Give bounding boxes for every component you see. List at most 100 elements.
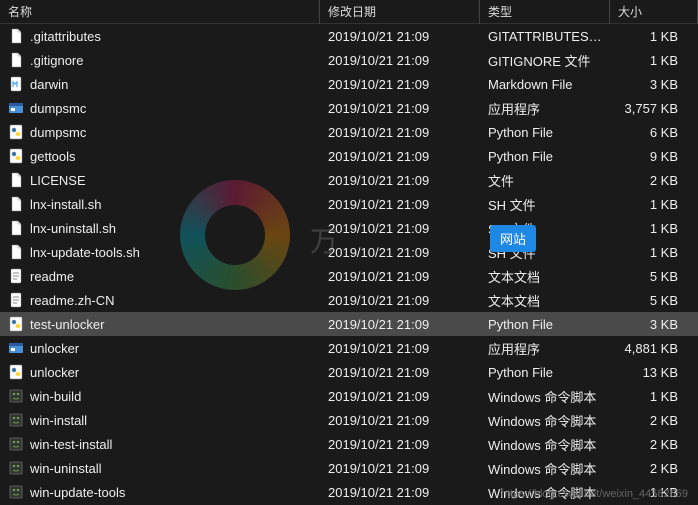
watermark-badge: 网站 (490, 225, 536, 252)
file-size: 13 KB (610, 362, 698, 383)
file-type: Python File (480, 122, 610, 143)
file-date: 2019/10/21 21:09 (320, 362, 480, 383)
file-date: 2019/10/21 21:09 (320, 410, 480, 431)
file-name: readme.zh-CN (30, 293, 115, 308)
python-icon (8, 364, 24, 380)
file-date: 2019/10/21 21:09 (320, 122, 480, 143)
file-row[interactable]: LICENSE 2019/10/21 21:09 文件 2 KB (0, 168, 698, 192)
file-size: 6 KB (610, 122, 698, 143)
file-row[interactable]: lnx-install.sh 2019/10/21 21:09 SH 文件 1 … (0, 192, 698, 216)
batch-icon (8, 412, 24, 428)
file-size: 1 KB (610, 194, 698, 215)
file-size: 2 KB (610, 410, 698, 431)
header-name[interactable]: 名称 (0, 0, 320, 24)
sh-icon (8, 196, 24, 212)
file-type: 应用程序 (480, 96, 610, 121)
file-date: 2019/10/21 21:09 (320, 26, 480, 47)
file-type: Markdown File (480, 74, 610, 95)
file-row[interactable]: lnx-update-tools.sh 2019/10/21 21:09 SH … (0, 240, 698, 264)
file-type: 文本文档 (480, 288, 610, 313)
file-name: unlocker (30, 365, 79, 380)
file-date: 2019/10/21 21:09 (320, 170, 480, 191)
header-size[interactable]: 大小 (610, 0, 698, 24)
file-list: .gitattributes 2019/10/21 21:09 GITATTRI… (0, 24, 698, 504)
python-icon (8, 316, 24, 332)
file-row[interactable]: lnx-uninstall.sh 2019/10/21 21:09 SH 文件 … (0, 216, 698, 240)
file-row[interactable]: gettools 2019/10/21 21:09 Python File 9 … (0, 144, 698, 168)
file-name: LICENSE (30, 173, 86, 188)
file-date: 2019/10/21 21:09 (320, 266, 480, 287)
file-size: 3 KB (610, 74, 698, 95)
file-type: Windows 命令脚本 (480, 384, 610, 409)
header-type[interactable]: 类型 (480, 0, 610, 24)
file-name: test-unlocker (30, 317, 104, 332)
file-date: 2019/10/21 21:09 (320, 146, 480, 167)
file-type: GITIGNORE 文件 (480, 48, 610, 73)
file-row[interactable]: darwin 2019/10/21 21:09 Markdown File 3 … (0, 72, 698, 96)
file-name: gettools (30, 149, 76, 164)
file-row[interactable]: .gitattributes 2019/10/21 21:09 GITATTRI… (0, 24, 698, 48)
file-date: 2019/10/21 21:09 (320, 314, 480, 335)
file-icon (8, 28, 24, 44)
file-name: darwin (30, 77, 68, 92)
file-type: GITATTRIBUTES ... (480, 26, 610, 47)
file-icon (8, 52, 24, 68)
file-name: dumpsmc (30, 101, 86, 116)
file-date: 2019/10/21 21:09 (320, 386, 480, 407)
file-size: 2 KB (610, 170, 698, 191)
file-date: 2019/10/21 21:09 (320, 242, 480, 263)
file-row[interactable]: .gitignore 2019/10/21 21:09 GITIGNORE 文件… (0, 48, 698, 72)
batch-icon (8, 460, 24, 476)
file-name: lnx-uninstall.sh (30, 221, 116, 236)
file-size: 1 KB (610, 242, 698, 263)
file-name: win-uninstall (30, 461, 102, 476)
file-row[interactable]: readme.zh-CN 2019/10/21 21:09 文本文档 5 KB (0, 288, 698, 312)
file-row[interactable]: unlocker 2019/10/21 21:09 应用程序 4,881 KB (0, 336, 698, 360)
file-name: win-update-tools (30, 485, 125, 500)
file-name: .gitignore (30, 53, 83, 68)
file-date: 2019/10/21 21:09 (320, 482, 480, 503)
file-name: .gitattributes (30, 29, 101, 44)
python-icon (8, 124, 24, 140)
file-date: 2019/10/21 21:09 (320, 434, 480, 455)
file-row[interactable]: dumpsmc 2019/10/21 21:09 应用程序 3,757 KB (0, 96, 698, 120)
file-row[interactable]: test-unlocker 2019/10/21 21:09 Python Fi… (0, 312, 698, 336)
file-row[interactable]: win-install 2019/10/21 21:09 Windows 命令脚… (0, 408, 698, 432)
file-size: 5 KB (610, 266, 698, 287)
file-type: SH 文件 (480, 192, 610, 217)
file-size: 1 KB (610, 386, 698, 407)
file-size: 1 KB (610, 26, 698, 47)
file-type: Python File (480, 146, 610, 167)
file-type: Windows 命令脚本 (480, 456, 610, 481)
file-size: 1 KB (610, 50, 698, 71)
file-name: win-test-install (30, 437, 112, 452)
file-row[interactable]: dumpsmc 2019/10/21 21:09 Python File 6 K… (0, 120, 698, 144)
file-type: Python File (480, 314, 610, 335)
file-type: Python File (480, 362, 610, 383)
file-size: 2 KB (610, 458, 698, 479)
file-date: 2019/10/21 21:09 (320, 338, 480, 359)
file-type: 文本文档 (480, 264, 610, 289)
file-row[interactable]: win-uninstall 2019/10/21 21:09 Windows 命… (0, 456, 698, 480)
file-date: 2019/10/21 21:09 (320, 194, 480, 215)
file-row[interactable]: unlocker 2019/10/21 21:09 Python File 13… (0, 360, 698, 384)
file-type: Windows 命令脚本 (480, 432, 610, 457)
file-name: win-build (30, 389, 81, 404)
file-name: win-install (30, 413, 87, 428)
file-size: 4,881 KB (610, 338, 698, 359)
python-icon (8, 148, 24, 164)
header-date[interactable]: 修改日期 (320, 0, 480, 24)
file-date: 2019/10/21 21:09 (320, 74, 480, 95)
file-name: lnx-install.sh (30, 197, 102, 212)
sh-icon (8, 244, 24, 260)
file-name: readme (30, 269, 74, 284)
file-row[interactable]: readme 2019/10/21 21:09 文本文档 5 KB (0, 264, 698, 288)
file-date: 2019/10/21 21:09 (320, 218, 480, 239)
file-icon (8, 172, 24, 188)
file-date: 2019/10/21 21:09 (320, 458, 480, 479)
sh-icon (8, 220, 24, 236)
file-type: Windows 命令脚本 (480, 408, 610, 433)
file-name: dumpsmc (30, 125, 86, 140)
file-row[interactable]: win-test-install 2019/10/21 21:09 Window… (0, 432, 698, 456)
file-row[interactable]: win-build 2019/10/21 21:09 Windows 命令脚本 … (0, 384, 698, 408)
